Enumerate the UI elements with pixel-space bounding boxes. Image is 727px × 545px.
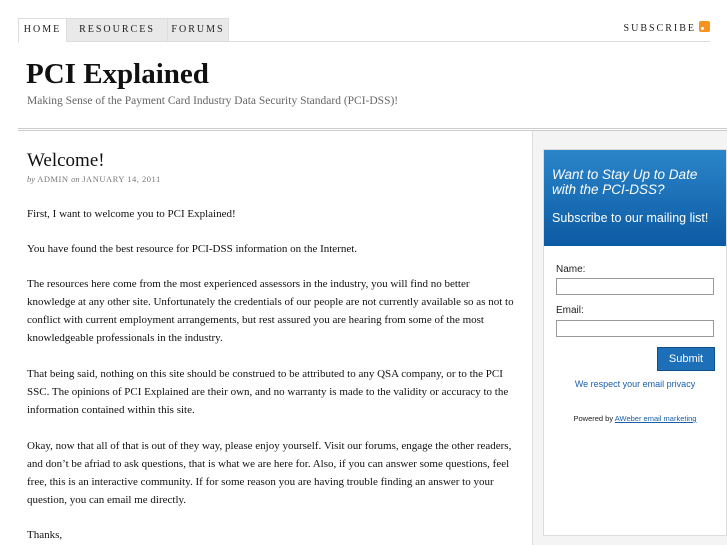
nav-tab-resources[interactable]: RESOURCES bbox=[66, 18, 168, 41]
rss-icon bbox=[699, 21, 710, 32]
byline-author[interactable]: ADMIN bbox=[37, 174, 68, 184]
site-title[interactable]: PCI Explained bbox=[26, 58, 209, 91]
name-field[interactable] bbox=[556, 278, 714, 295]
mailing-list-form: Want to Stay Up to Date with the PCI-DSS… bbox=[543, 149, 727, 536]
byline-date: JANUARY 14, 2011 bbox=[82, 174, 161, 184]
site-tagline: Making Sense of the Payment Card Industr… bbox=[27, 95, 399, 107]
post-paragraph-2: You have found the best resource for PCI… bbox=[27, 243, 358, 255]
optin-subheading: Subscribe to our mailing list! bbox=[552, 211, 709, 225]
name-label: Name: bbox=[556, 264, 586, 275]
optin-heading: Want to Stay Up to Date with the PCI-DSS… bbox=[552, 167, 698, 197]
post-paragraph-5: Okay, now that all of that is out of the… bbox=[27, 440, 512, 506]
subscribe-label: SUBSCRIBE bbox=[623, 23, 696, 34]
nav-tab-home[interactable]: HOME bbox=[18, 18, 67, 42]
post-paragraph-6: Thanks, bbox=[27, 529, 63, 541]
top-navigation: HOME RESOURCES FORUMS SUBSCRIBE bbox=[18, 18, 710, 42]
powered-by: Powered by AWeber email marketing bbox=[544, 414, 726, 423]
post-byline: by ADMIN on JANUARY 14, 2011 bbox=[27, 174, 161, 184]
post-paragraph-1: First, I want to welcome you to PCI Expl… bbox=[27, 208, 236, 220]
submit-button[interactable]: Submit bbox=[657, 347, 715, 371]
nav-tab-forums[interactable]: FORUMS bbox=[167, 18, 229, 41]
email-label: Email: bbox=[556, 305, 584, 316]
post-paragraph-3: The resources here come from the most ex… bbox=[27, 278, 514, 344]
email-field[interactable] bbox=[556, 320, 714, 337]
powered-by-text: Powered by bbox=[573, 414, 614, 423]
byline-on: on bbox=[71, 174, 80, 184]
subscribe-link[interactable]: SUBSCRIBE bbox=[624, 18, 710, 40]
byline-by: by bbox=[27, 174, 36, 184]
post-paragraph-4: That being said, nothing on this site sh… bbox=[27, 368, 509, 416]
optin-header: Want to Stay Up to Date with the PCI-DSS… bbox=[544, 150, 726, 246]
aweber-link[interactable]: AWeber email marketing bbox=[615, 414, 697, 423]
post-title[interactable]: Welcome! bbox=[27, 150, 105, 172]
privacy-link[interactable]: We respect your email privacy bbox=[544, 379, 726, 389]
